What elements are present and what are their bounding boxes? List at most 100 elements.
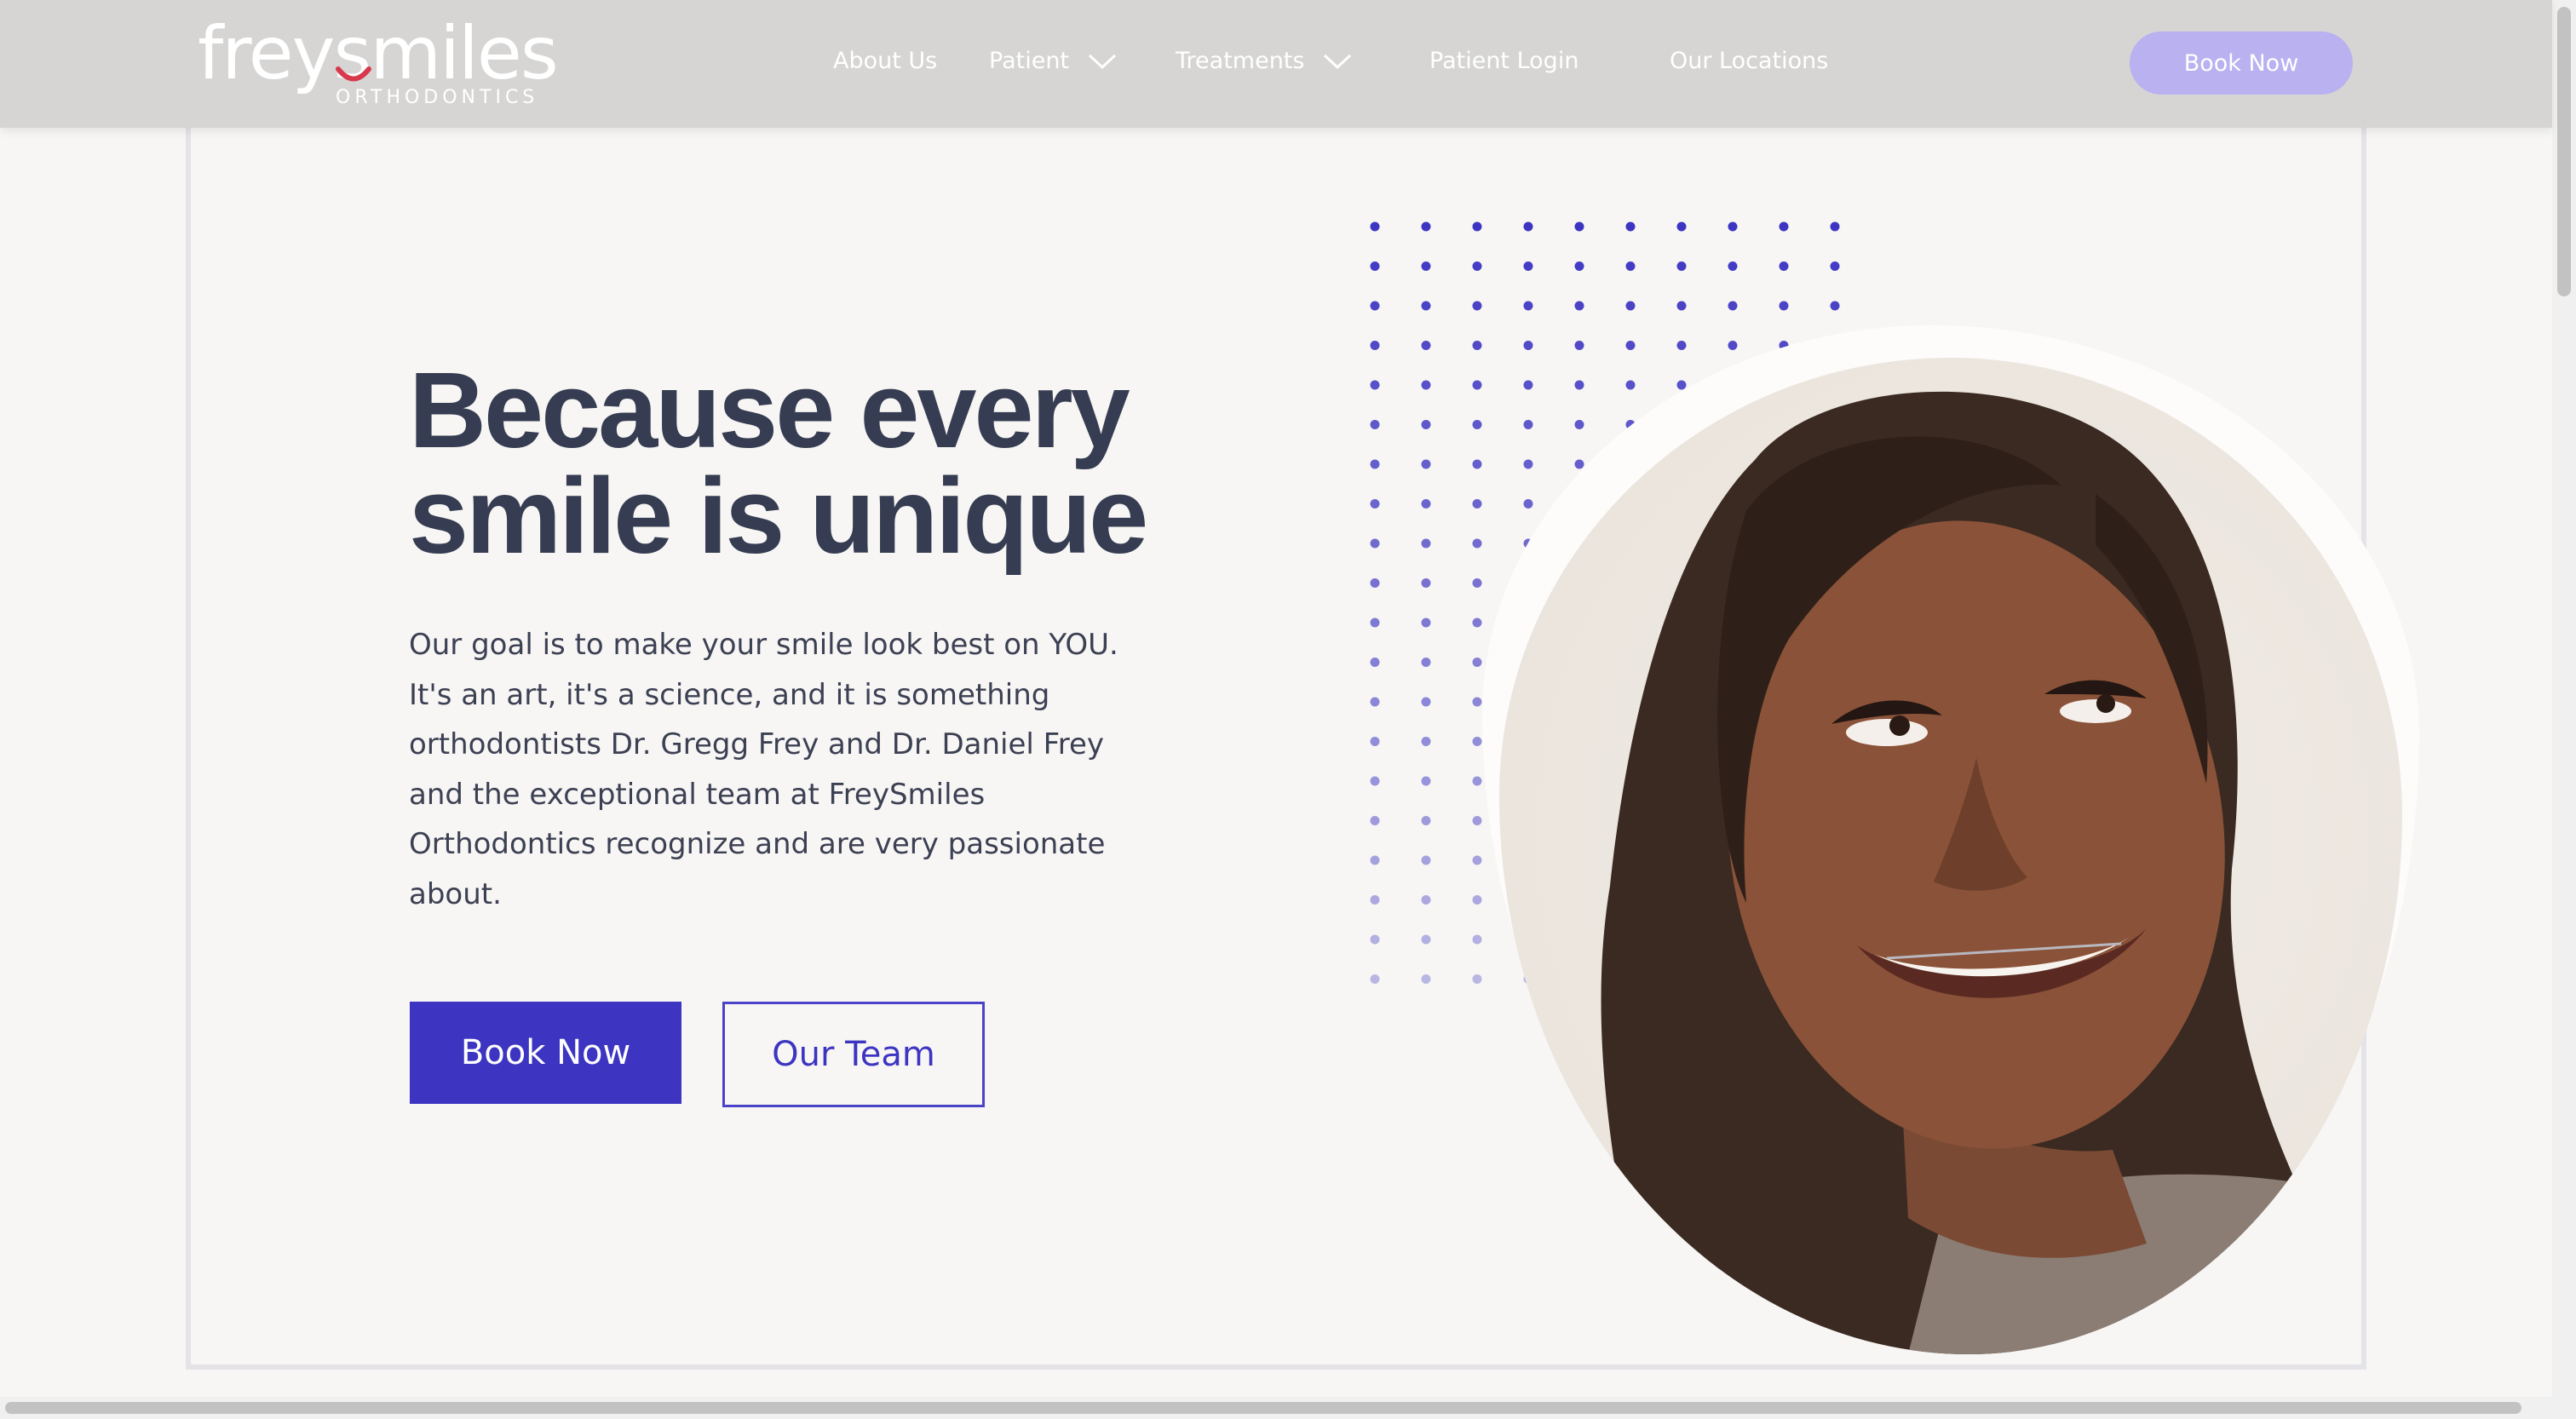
decorative-dot [1523, 261, 1533, 271]
decorative-dot [1421, 420, 1431, 429]
decorative-dot [1523, 301, 1533, 311]
body-line: and the exceptional team at FreySmiles [409, 777, 986, 812]
decorative-dot [1472, 380, 1482, 390]
body-line: Orthodontics recognize and are very pass… [409, 827, 1106, 861]
page: freysmiles ORTHODONTICS About Us Patient… [0, 0, 2576, 1419]
decorative-dot [1421, 658, 1431, 667]
our-team-button[interactable]: Our Team [722, 1002, 985, 1107]
decorative-dot [1523, 221, 1533, 232]
decorative-dot [1370, 301, 1380, 311]
decorative-dot [1472, 261, 1482, 271]
decorative-dot [1370, 420, 1380, 429]
decorative-dot [1472, 658, 1482, 667]
decorative-dot [1779, 301, 1789, 311]
logo-tagline: ORTHODONTICS [336, 87, 539, 108]
hero-body-text: Our goal is to make your smile look best… [409, 620, 1133, 919]
decorative-dot [1574, 420, 1584, 429]
decorative-dot [1421, 301, 1431, 311]
decorative-dot [1472, 341, 1482, 350]
decorative-dot [1370, 737, 1380, 746]
decorative-dot [1728, 341, 1738, 350]
decorative-dot [1421, 895, 1431, 905]
logo-wordmark: freysmiles [198, 11, 559, 96]
decorative-dot [1625, 341, 1636, 350]
decorative-dot [1370, 855, 1380, 865]
decorative-dot [1574, 221, 1584, 232]
nav-item-our-locations[interactable]: Our Locations [1670, 48, 1828, 74]
decorative-dot [1370, 776, 1380, 786]
body-line: Our goal is to make your smile look best… [409, 628, 1118, 662]
decorative-dot [1523, 420, 1533, 429]
decorative-dot [1676, 221, 1687, 232]
headline-line-1: Because every [409, 350, 1130, 470]
decorative-dot [1421, 341, 1431, 350]
nav-item-about-us[interactable]: About Us [833, 48, 937, 74]
decorative-dot [1370, 499, 1380, 508]
chevron-down-icon [1088, 54, 1117, 69]
header-book-now-button[interactable]: Book Now [2130, 32, 2353, 95]
decorative-dot [1472, 420, 1482, 429]
decorative-dot [1830, 221, 1840, 232]
decorative-dot [1574, 261, 1584, 271]
nav-item-label: Patient Login [1429, 48, 1579, 74]
decorative-dot [1472, 301, 1482, 311]
decorative-dot [1370, 816, 1380, 825]
decorative-dot [1421, 459, 1431, 469]
decorative-dot [1574, 380, 1584, 390]
decorative-dot [1830, 301, 1840, 311]
decorative-dot [1421, 380, 1431, 390]
decorative-dot [1625, 221, 1636, 232]
vertical-scrollbar-thumb[interactable] [2557, 7, 2571, 296]
brand-logo[interactable]: freysmiles ORTHODONTICS [198, 11, 559, 111]
nav-item-patient[interactable]: Patient [989, 48, 1117, 74]
decorative-dot [1370, 578, 1380, 588]
decorative-dot [1728, 261, 1738, 271]
nav-item-label: Our Locations [1670, 48, 1829, 74]
decorative-dot [1370, 380, 1380, 390]
decorative-dot [1523, 341, 1533, 350]
decorative-dot [1370, 934, 1380, 945]
decorative-dot [1625, 380, 1636, 390]
chevron-down-icon [1324, 54, 1352, 69]
decorative-dot [1421, 578, 1431, 588]
decorative-dot [1421, 697, 1431, 707]
nav-item-label: Treatments [1176, 48, 1305, 74]
decorative-dot [1472, 934, 1482, 945]
decorative-dot [1421, 261, 1431, 271]
decorative-dot [1472, 499, 1482, 508]
decorative-dot [1370, 658, 1380, 667]
decorative-dot [1370, 974, 1380, 984]
decorative-dot [1472, 895, 1482, 905]
decorative-dot [1472, 538, 1482, 549]
decorative-dot [1421, 934, 1431, 945]
decorative-dot [1523, 380, 1533, 390]
decorative-dot [1370, 341, 1380, 350]
nav-item-treatments[interactable]: Treatments [1176, 48, 1352, 74]
decorative-dot [1370, 538, 1380, 549]
decorative-dot [1472, 578, 1482, 588]
smile-icon [336, 66, 371, 82]
decorative-dot [1421, 221, 1431, 232]
decorative-dot [1370, 697, 1380, 707]
horizontal-scrollbar-thumb[interactable] [5, 1402, 2521, 1414]
headline-line-2: smile is unique [409, 456, 1148, 576]
decorative-dot [1421, 816, 1431, 825]
nav-item-patient-login[interactable]: Patient Login [1429, 48, 1578, 74]
decorative-dot [1472, 459, 1482, 469]
nav-item-label: About Us [833, 48, 938, 74]
decorative-dot [1370, 618, 1380, 628]
decorative-dot [1472, 618, 1482, 628]
decorative-dot [1523, 499, 1533, 508]
decorative-dot [1472, 697, 1482, 707]
nav-item-label: Patient [989, 48, 1070, 74]
decorative-dot [1421, 737, 1431, 746]
decorative-dot [1421, 776, 1431, 786]
decorative-dot [1472, 737, 1482, 746]
decorative-dot [1728, 221, 1738, 232]
body-line: It's an art, it's a science, and it is s… [409, 677, 1050, 712]
decorative-dot [1370, 261, 1380, 271]
decorative-dot [1574, 301, 1584, 311]
decorative-dot [1625, 301, 1636, 311]
book-now-button[interactable]: Book Now [410, 1002, 681, 1104]
decorative-dot [1421, 499, 1431, 508]
